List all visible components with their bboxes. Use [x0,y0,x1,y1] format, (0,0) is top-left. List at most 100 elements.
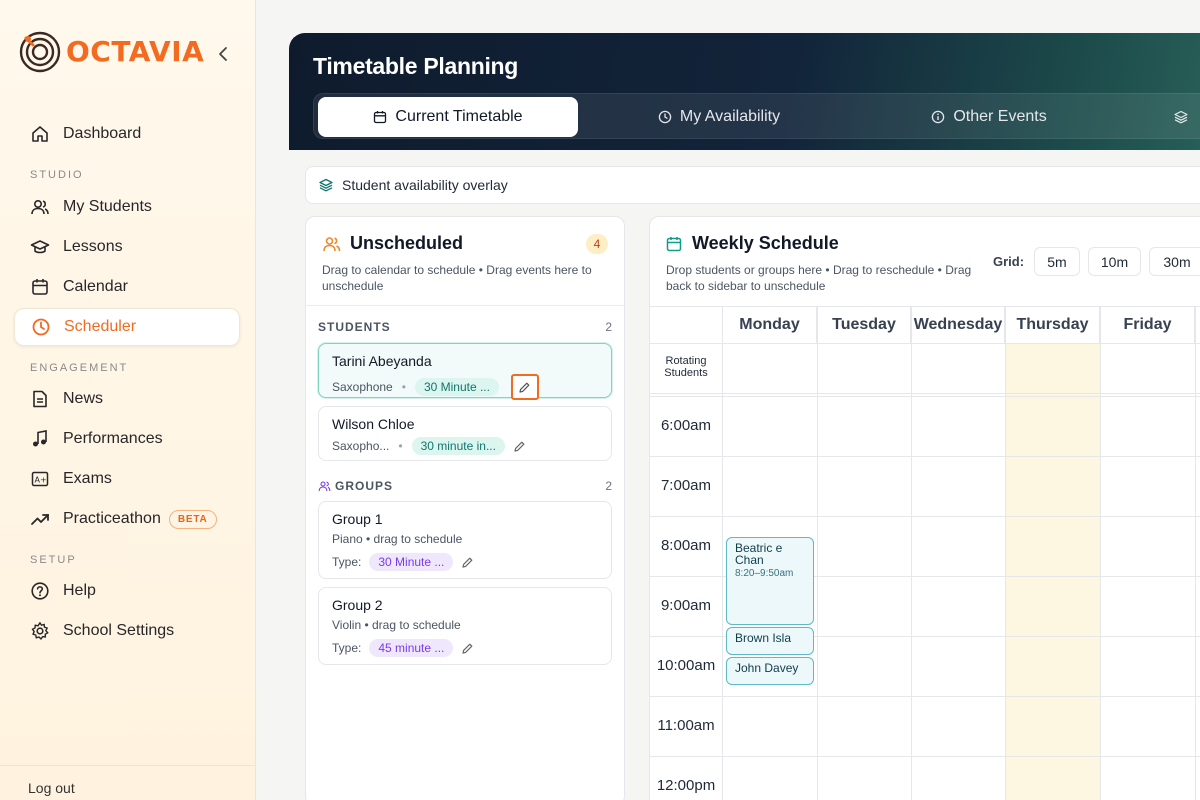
nav-calendar-label: Calendar [63,278,128,295]
unscheduled-count-badge: 4 [586,234,608,254]
collapse-sidebar-chevron-icon[interactable] [216,46,230,62]
schedule-grid: Monday Tuesday Wednesday Thursday Friday… [650,306,1200,800]
nav-performances[interactable]: Performances [14,420,240,458]
section-label-studio: STUDIO [30,169,84,181]
schedule-event[interactable]: John Davey [726,657,814,685]
nav-my-students[interactable]: My Students [14,188,240,226]
logout-button[interactable]: Log out [0,765,256,796]
day-header-monday: Monday [723,307,817,343]
group-name: Group 1 [332,511,383,527]
sidebar: OCTAVIA Dashboard STUDIO My Students Les… [0,0,256,800]
student-card[interactable]: Wilson Chloe Saxopho... • 30 minute in..… [318,406,612,461]
grid-line [650,516,1200,517]
layers-icon [1174,110,1196,124]
beta-badge: BETA [168,509,217,529]
nav-help[interactable]: Help [14,572,240,610]
edit-pencil-icon[interactable] [513,440,526,453]
help-circle-icon [30,581,50,601]
edit-pencil-icon[interactable] [510,374,539,400]
group-card[interactable]: Group 1 Piano • drag to schedule Type: 3… [318,501,612,579]
time-label: 10:00am [656,657,716,674]
duration-pill[interactable]: 30 Minute ... [414,378,499,396]
event-name: Beatric e Chan [735,541,783,567]
separator-dot: • [401,380,406,394]
graduation-cap-icon [30,237,50,257]
section-label-setup: SETUP [30,554,77,566]
nav-news[interactable]: News [14,380,240,418]
tab-current-timetable[interactable]: Current Timetable [318,97,578,137]
nav-exams[interactable]: A+ Exams [14,460,240,498]
student-instrument: Saxophone [332,380,393,394]
unscheduled-title-label: Unscheduled [350,233,464,253]
grid-line [650,343,1200,344]
groups-section-label-text: GROUPS [335,479,394,493]
nav-scheduler[interactable]: Scheduler [14,308,240,346]
group-type-pill[interactable]: 45 minute ... [369,639,454,657]
grid-line [650,456,1200,457]
weekly-schedule-panel: Weekly Schedule Drop students or groups … [649,216,1200,800]
time-label: 6:00am [660,417,712,434]
student-instrument: Saxopho... [332,439,390,453]
student-details: Saxophone • 30 Minute ... [332,374,539,400]
nav-dashboard[interactable]: Dashboard [14,115,240,153]
nav-lessons[interactable]: Lessons [14,228,240,266]
tab-my-availability[interactable]: My Availability [589,97,849,137]
schedule-event[interactable]: Brown Isla [726,627,814,655]
student-details: Saxopho... • 30 minute in... [332,437,526,455]
grid-10m-button[interactable]: 10m [1088,247,1141,276]
tab-other-events[interactable]: Other Events [859,97,1119,137]
availability-overlay-toggle[interactable]: Student availability overlay [305,166,1200,204]
users-icon [322,235,350,253]
nav-practiceathon-label: Practiceathon [63,510,161,527]
clock-icon [658,110,680,124]
nav-scheduler-label: Scheduler [64,318,137,335]
calendar-icon [666,236,692,252]
student-card[interactable]: Tarini Abeyanda Saxophone • 30 Minute ..… [318,343,612,400]
day-header-thursday: Thursday [1006,307,1100,343]
group-type-pill[interactable]: 30 Minute ... [369,553,454,571]
group-card[interactable]: Group 2 Violin • drag to schedule Type: … [318,587,612,665]
nav-exams-label: Exams [63,470,112,487]
nav-school-settings-label: School Settings [63,622,175,639]
nav-school-settings[interactable]: School Settings [14,612,240,650]
layers-icon [319,178,342,192]
students-section-label: STUDENTS [318,320,391,334]
group-type-row: Type: 30 Minute ... [332,553,474,571]
edit-pencil-icon[interactable] [461,556,474,569]
nav-lessons-label: Lessons [63,238,123,255]
nav-dashboard-label: Dashboard [63,125,142,142]
day-header-wednesday: Wednesday [912,307,1005,343]
nav-calendar[interactable]: Calendar [14,268,240,306]
edit-pencil-icon[interactable] [461,642,474,655]
schedule-event[interactable]: Beatric e Chan 8:20–9:50am [726,537,814,625]
thursday-highlight [1006,343,1100,800]
weekly-title-label: Weekly Schedule [692,233,839,253]
weekly-subtitle: Drop students or groups here • Drag to r… [666,263,972,293]
weekly-title: Weekly Schedule [666,233,839,254]
nav-practiceathon[interactable]: Practiceathon BETA [14,500,240,538]
calendar-icon [30,277,50,297]
nav-help-label: Help [63,582,96,599]
student-name: Wilson Chloe [332,416,415,432]
students-count: 2 [605,320,612,334]
time-label: 7:00am [660,477,712,494]
logo[interactable]: OCTAVIA [18,30,204,74]
newspaper-icon [30,389,50,409]
nav-news-label: News [63,390,104,407]
info-icon [931,110,953,124]
tab-more[interactable] [1174,97,1200,137]
rotating-students-label: Rotating Students [664,355,708,379]
nav-my-students-label: My Students [63,198,152,215]
page-title: Timetable Planning [313,53,519,79]
grid-line [650,393,1200,394]
day-header-tuesday: Tuesday [818,307,911,343]
grid-5m-button[interactable]: 5m [1034,247,1080,276]
groups-count: 2 [605,479,612,493]
duration-pill[interactable]: 30 minute in... [411,437,505,455]
grid-line [911,307,912,800]
group-type-label: Type: [332,555,362,569]
grid-30m-button[interactable]: 30m [1149,247,1200,276]
settings-gear-icon [30,621,50,641]
tab-current-timetable-label: Current Timetable [395,108,523,125]
tab-bar: Current Timetable My Availability Other … [313,93,1200,139]
